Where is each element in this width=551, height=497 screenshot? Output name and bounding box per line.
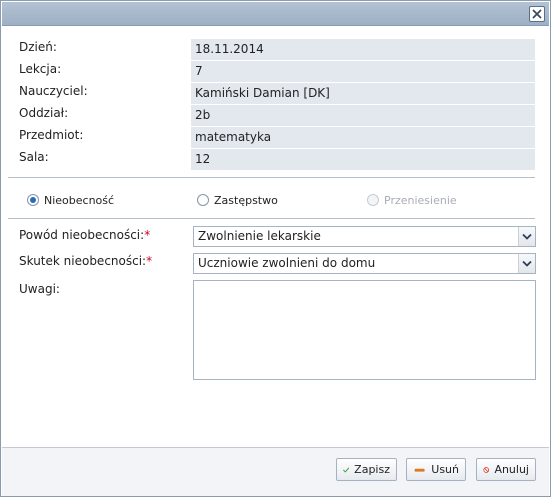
close-icon [532, 9, 542, 19]
room-label: Sala: [19, 150, 49, 164]
info-row-teacher: Nauczyciel: Kamiński Damian [DK] [19, 83, 535, 104]
cancel-button[interactable]: Anuluj [476, 458, 536, 481]
info-row-day: Dzień: 18.11.2014 [19, 39, 535, 60]
checkmark-icon [343, 467, 350, 472]
effect-select-value: Uczniowie zwolnieni do domu [198, 256, 376, 270]
minus-icon [414, 468, 425, 472]
delete-button[interactable]: Usuń [406, 458, 466, 481]
radio-substitution[interactable]: Zastępstwo [197, 191, 278, 209]
divider-top [8, 177, 535, 178]
radio-absence-circle[interactable] [27, 194, 39, 206]
notes-textarea[interactable] [193, 280, 536, 380]
subject-label: Przedmiot: [19, 128, 84, 142]
reason-dropdown-button[interactable] [518, 227, 535, 246]
delete-button-label: Usuń [431, 463, 459, 476]
effect-label-text: Skutek nieobecności: [19, 254, 147, 268]
lesson-value: 7 [191, 61, 535, 82]
dialog-footer [2, 447, 549, 496]
chevron-down-icon [522, 233, 532, 240]
cancel-button-label: Anuluj [494, 463, 529, 476]
day-value: 18.11.2014 [191, 39, 535, 60]
info-row-subject: Przedmiot: matematyka [19, 127, 535, 148]
close-button[interactable] [529, 6, 545, 22]
required-mark: * [146, 254, 153, 268]
subject-value: matematyka [191, 127, 535, 148]
info-row-lesson: Lekcja: 7 [19, 61, 535, 82]
effect-label: Skutek nieobecności:* [19, 253, 152, 269]
dialog-titlebar [2, 2, 549, 26]
radio-selected-dot [30, 197, 36, 203]
radio-absence-label: Nieobecność [44, 193, 115, 207]
info-row-room: Sala: 12 [19, 149, 535, 170]
reason-label: Powód nieobecności:* [19, 227, 150, 243]
radio-transfer-label: Przeniesienie [384, 193, 457, 207]
radio-absence[interactable]: Nieobecność [27, 191, 114, 209]
radio-transfer-circle [367, 194, 379, 206]
save-button[interactable]: Zapisz [336, 458, 397, 481]
reason-label-text: Powód nieobecności: [19, 228, 145, 242]
effect-dropdown-button[interactable] [518, 254, 535, 273]
day-label: Dzień: [19, 40, 57, 54]
class-value: 2b [191, 105, 535, 126]
radio-transfer: Przeniesienie [367, 191, 457, 209]
save-button-label: Zapisz [354, 463, 390, 476]
teacher-value: Kamiński Damian [DK] [191, 83, 535, 104]
effect-select[interactable]: Uczniowie zwolnieni do domu [193, 253, 536, 274]
reason-select-value: Zwolnienie lekarskie [198, 229, 321, 243]
room-value: 12 [191, 149, 535, 170]
info-row-class: Oddział: 2b [19, 105, 535, 126]
divider-middle [8, 218, 535, 219]
reason-select[interactable]: Zwolnienie lekarskie [193, 226, 536, 247]
chevron-down-icon [522, 260, 532, 267]
notes-label: Uwagi: [19, 282, 60, 296]
class-label: Oddział: [19, 106, 69, 120]
absence-dialog: Dzień: 18.11.2014 Lekcja: 7 Nauczyciel: … [0, 0, 551, 497]
radio-substitution-circle[interactable] [197, 194, 209, 206]
radio-substitution-label: Zastępstwo [214, 193, 278, 207]
required-mark: * [144, 228, 151, 242]
lesson-label: Lekcja: [19, 62, 62, 76]
teacher-label: Nauczyciel: [19, 84, 88, 98]
cancel-icon [483, 466, 490, 473]
